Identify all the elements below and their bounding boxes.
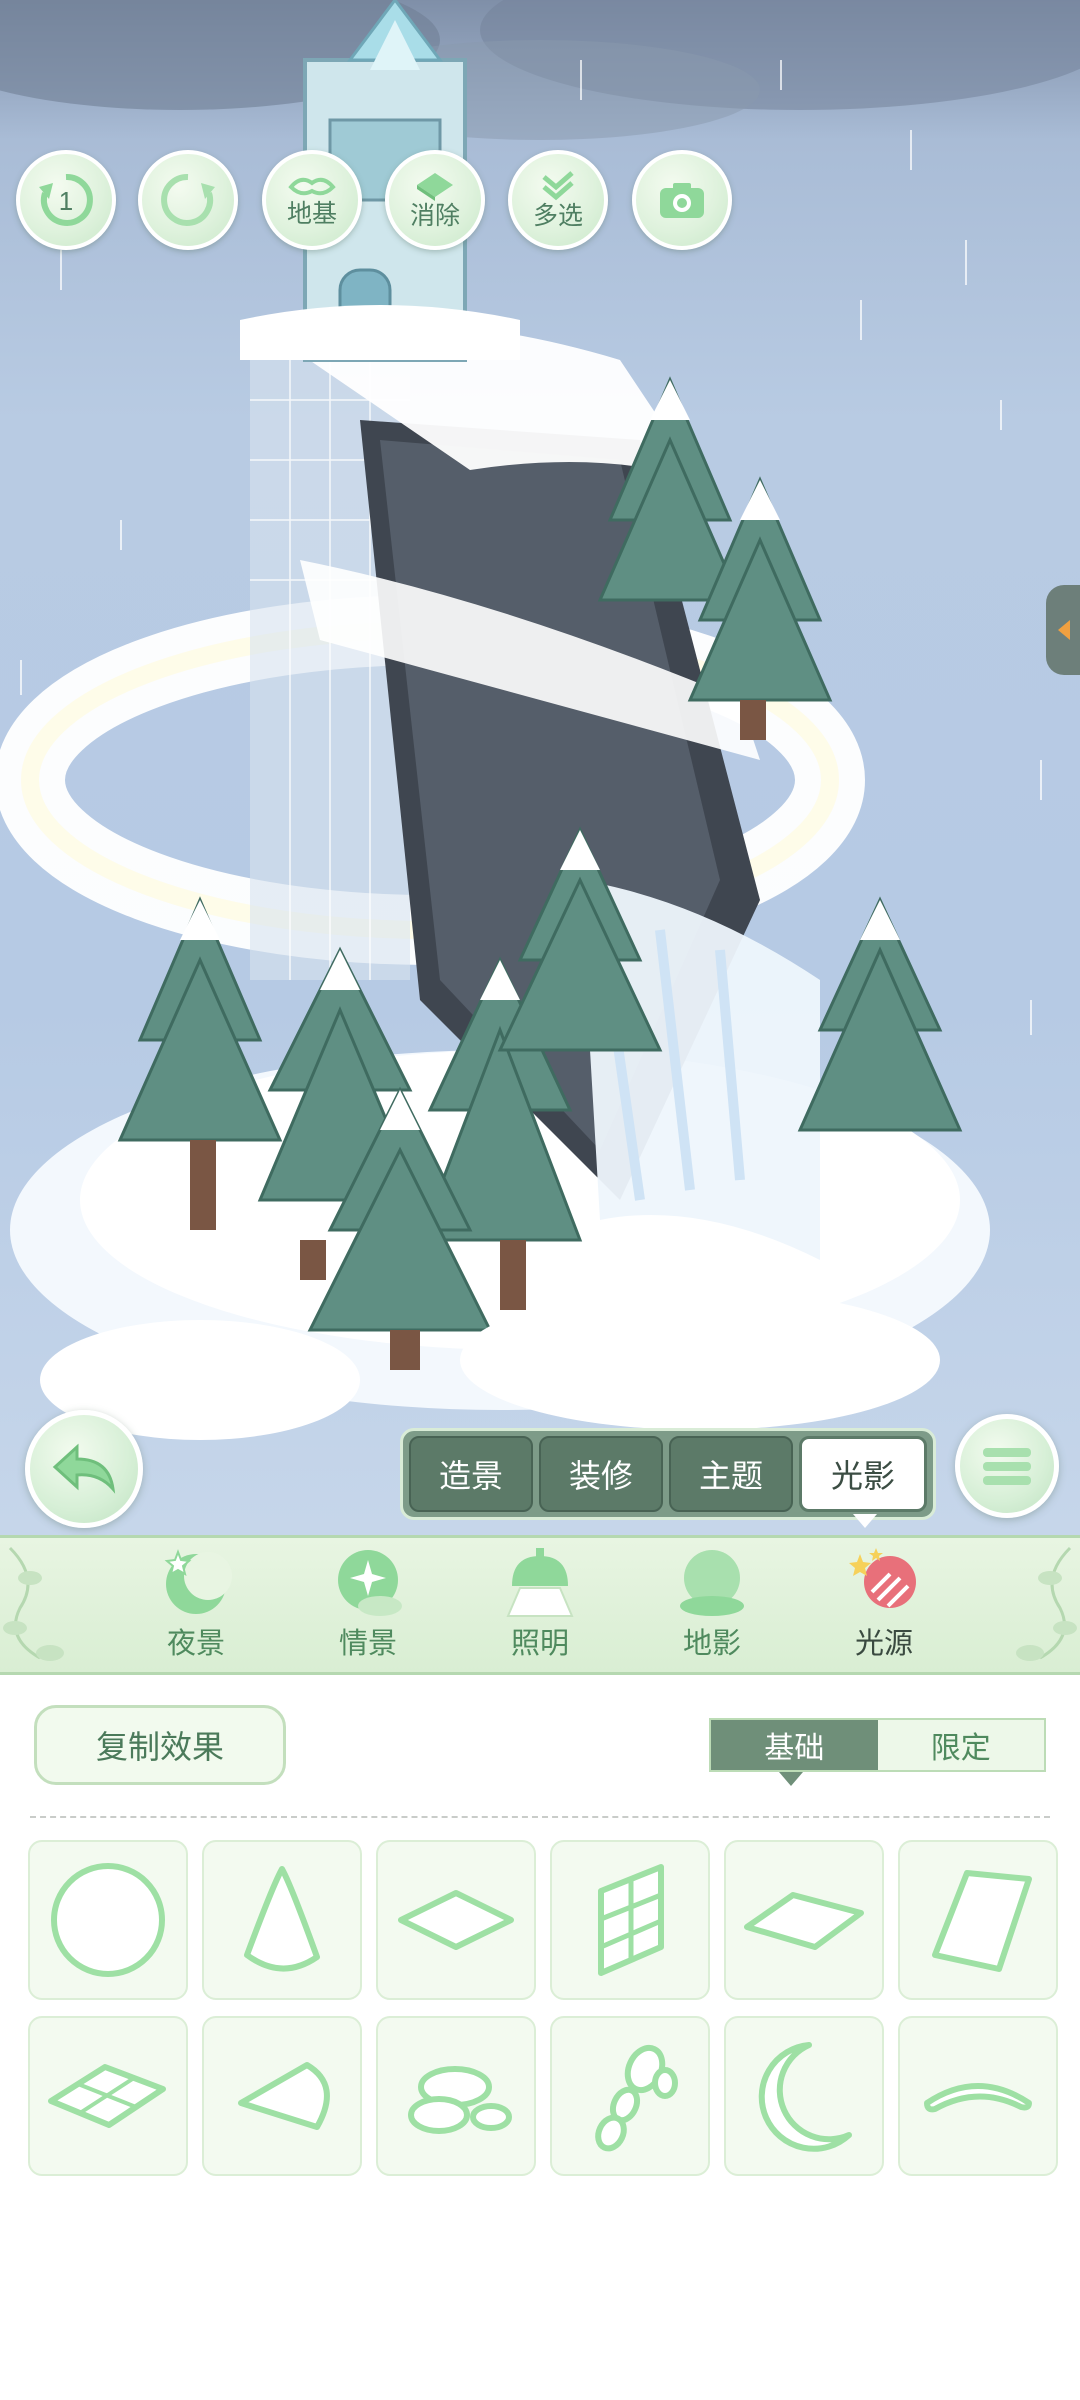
copy-effect-button[interactable]: 复制效果	[34, 1705, 286, 1785]
rain-streak	[1000, 400, 1002, 430]
shape-tile-window[interactable]	[550, 1840, 710, 2000]
active-tab-pointer	[853, 1514, 877, 1528]
mode-tab-bar: 造景 装修 主题 光影	[400, 1428, 936, 1520]
rain-streak	[860, 300, 862, 340]
circle-shape-icon	[51, 1863, 165, 1977]
camera-icon	[660, 183, 704, 218]
category-lighting[interactable]: 照明	[480, 1546, 600, 1670]
sparkle-scene-icon	[338, 1550, 402, 1616]
category-ground-shadow[interactable]: 地影	[652, 1546, 772, 1670]
beads-shape-icon	[595, 2044, 678, 2152]
foundation-label: 地基	[286, 200, 337, 228]
shape-tile-diamond[interactable]	[376, 1840, 536, 2000]
multiselect-label: 多选	[532, 202, 583, 230]
rain-streak	[580, 60, 582, 100]
ground-shadow-icon	[680, 1550, 744, 1616]
multiselect-button[interactable]: 多选	[508, 150, 608, 250]
cloud-shape-icon	[408, 2066, 512, 2134]
cone-shape-icon	[244, 1866, 320, 1972]
category-label: 地影	[682, 1628, 741, 1660]
category-label: 情景	[338, 1628, 397, 1660]
tab-decoration[interactable]: 装修	[539, 1436, 664, 1512]
vine-decoration-icon	[1016, 1546, 1077, 1661]
shape-tile-kite[interactable]	[202, 2016, 362, 2176]
category-label: 照明	[510, 1628, 569, 1660]
erase-label: 消除	[409, 202, 460, 230]
back-button[interactable]	[25, 1410, 143, 1528]
back-arrow-icon	[52, 1443, 116, 1494]
grid-diamond-shape-icon	[48, 2064, 166, 2128]
kite-shape-icon	[238, 2062, 330, 2130]
menu-icon	[983, 1448, 1031, 1485]
window-shape-icon	[598, 1864, 664, 1976]
camera-button[interactable]	[632, 150, 732, 250]
rain-streak	[910, 130, 912, 170]
arc-shape-icon	[924, 2083, 1032, 2113]
lamp-icon	[506, 1548, 574, 1617]
segment-basic[interactable]: 基础	[711, 1720, 878, 1770]
category-bar: 夜景 情景 照明 地影 光源	[0, 1535, 1080, 1675]
tab-landscape[interactable]: 造景	[409, 1436, 534, 1512]
shape-tile-grid-diamond[interactable]	[28, 2016, 188, 2176]
rain-streak	[60, 250, 62, 290]
rain-streak	[1030, 1000, 1032, 1035]
category-label: 光源	[854, 1628, 913, 1660]
category-scenario[interactable]: 情景	[308, 1546, 428, 1670]
rain-streak	[780, 60, 782, 90]
tab-light-shadow[interactable]: 光影	[799, 1436, 928, 1512]
shape-tile-circle[interactable]	[28, 1840, 188, 2000]
category-night-scene[interactable]: 夜景	[136, 1546, 256, 1670]
undo-count: 1	[59, 186, 73, 216]
eraser-icon	[417, 173, 453, 201]
trapezoid-shape-icon	[932, 1870, 1032, 1972]
shape-tile-crescent[interactable]	[724, 2016, 884, 2176]
flat-diamond-shape-icon	[744, 1892, 864, 1950]
undo-icon: 1	[39, 173, 93, 226]
moon-night-icon	[164, 1549, 232, 1614]
rain-streak	[20, 660, 22, 695]
redo-button[interactable]	[138, 150, 238, 250]
shape-tile-trapezoid[interactable]	[898, 1840, 1058, 2000]
diamond-shape-icon	[398, 1890, 514, 1950]
light-source-icon	[849, 1548, 916, 1608]
shape-tile-beads[interactable]	[550, 2016, 710, 2176]
foundation-icon	[288, 177, 336, 196]
segment-limited[interactable]: 限定	[877, 1720, 1044, 1770]
basic-limited-segment: 基础 限定	[709, 1718, 1046, 1772]
shape-tile-arc[interactable]	[898, 2016, 1058, 2176]
redo-icon	[161, 173, 215, 226]
category-label: 夜景	[166, 1628, 225, 1660]
rain-streak	[965, 240, 967, 285]
crescent-shape-icon	[758, 2042, 852, 2152]
category-light-source[interactable]: 光源	[824, 1546, 944, 1670]
rain-streak	[120, 520, 122, 550]
shape-tile-cloud[interactable]	[376, 2016, 536, 2176]
menu-button[interactable]	[955, 1414, 1059, 1518]
double-check-icon	[542, 171, 574, 201]
vine-decoration-icon	[3, 1546, 64, 1661]
segment-pointer	[779, 1772, 803, 1786]
foundation-button[interactable]: 地基	[262, 150, 362, 250]
undo-button[interactable]: 1	[16, 150, 116, 250]
shape-tile-flat-diamond[interactable]	[724, 1840, 884, 2000]
tab-theme[interactable]: 主题	[669, 1436, 794, 1512]
panel-divider	[30, 1816, 1050, 1818]
rain-streak	[1040, 760, 1042, 800]
side-drawer-tab[interactable]	[1046, 585, 1080, 675]
shape-tile-cone[interactable]	[202, 1840, 362, 2000]
erase-button[interactable]: 消除	[385, 150, 485, 250]
